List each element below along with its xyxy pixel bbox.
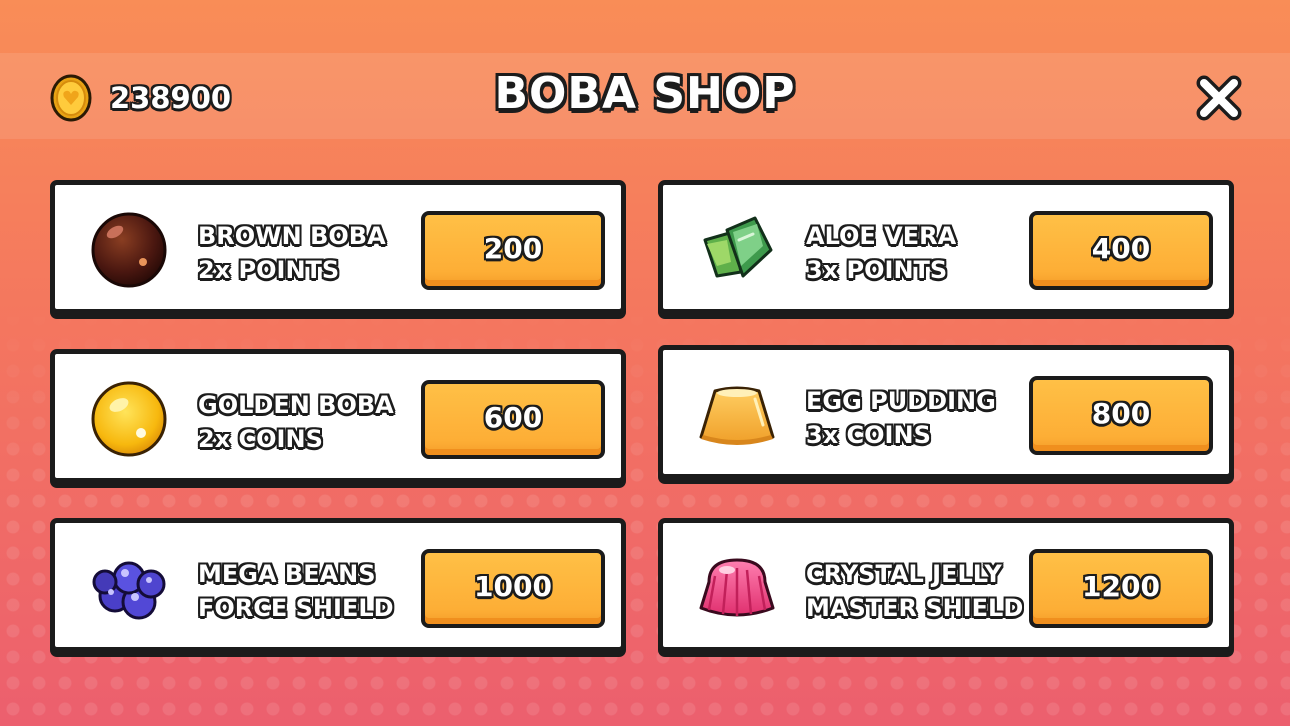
crystal-jelly-icon xyxy=(699,558,775,617)
item-effect: 2x COINS xyxy=(198,425,323,453)
aloe-vera-icon xyxy=(703,216,773,278)
item-title: BROWN BOBA xyxy=(198,222,386,250)
price-label: 200 xyxy=(483,232,543,265)
item-name: CRYSTAL JELLY MASTER SHIELD xyxy=(806,557,1023,625)
item-effect: 3x POINTS xyxy=(806,256,948,284)
item-name: EGG PUDDING 3x COINS xyxy=(806,384,996,452)
item-effect: 2x POINTS xyxy=(198,256,340,284)
price-label: 400 xyxy=(1091,232,1151,265)
price-label: 800 xyxy=(1091,397,1151,430)
shop-item-mega-beans: MEGA BEANS FORCE SHIELD 1000 xyxy=(50,518,626,652)
item-name: BROWN BOBA 2x POINTS xyxy=(198,219,386,287)
item-title: ALOE VERA xyxy=(806,222,957,250)
item-title: GOLDEN BOBA xyxy=(198,391,394,419)
buy-button-egg-pudding[interactable]: 800 xyxy=(1029,376,1213,455)
close-icon xyxy=(1196,75,1242,121)
buy-button-mega-beans[interactable]: 1000 xyxy=(421,549,605,628)
shop-item-aloe-vera: ALOE VERA 3x POINTS 400 xyxy=(658,180,1234,314)
item-effect: MASTER SHIELD xyxy=(806,594,1024,622)
shop-item-egg-pudding: EGG PUDDING 3x COINS 800 xyxy=(658,345,1234,479)
page-title: BOBA SHOP xyxy=(494,68,796,119)
egg-pudding-icon xyxy=(699,386,775,445)
item-name: ALOE VERA 3x POINTS xyxy=(806,219,956,287)
price-label: 1200 xyxy=(1082,570,1160,603)
price-label: 1000 xyxy=(474,570,552,603)
price-label: 600 xyxy=(483,401,543,434)
close-button[interactable] xyxy=(1196,75,1242,121)
buy-button-brown-boba[interactable]: 200 xyxy=(421,211,605,290)
shop-item-brown-boba: BROWN BOBA 2x POINTS 200 xyxy=(50,180,626,314)
item-title: CRYSTAL JELLY xyxy=(806,560,1002,588)
brown-boba-icon xyxy=(91,212,167,288)
shop-item-crystal-jelly: CRYSTAL JELLY MASTER SHIELD 1200 xyxy=(658,518,1234,652)
mega-beans-icon xyxy=(92,561,166,620)
item-effect: FORCE SHIELD xyxy=(198,594,394,622)
shop-item-golden-boba: GOLDEN BOBA 2x COINS 600 xyxy=(50,349,626,483)
item-effect: 3x COINS xyxy=(806,421,931,449)
item-title: EGG PUDDING xyxy=(806,387,996,415)
buy-button-crystal-jelly[interactable]: 1200 xyxy=(1029,549,1213,628)
item-name: GOLDEN BOBA 2x COINS xyxy=(198,388,394,456)
golden-boba-icon xyxy=(91,381,167,457)
buy-button-aloe-vera[interactable]: 400 xyxy=(1029,211,1213,290)
buy-button-golden-boba[interactable]: 600 xyxy=(421,380,605,459)
item-title: MEGA BEANS xyxy=(198,560,376,588)
item-name: MEGA BEANS FORCE SHIELD xyxy=(198,557,394,625)
